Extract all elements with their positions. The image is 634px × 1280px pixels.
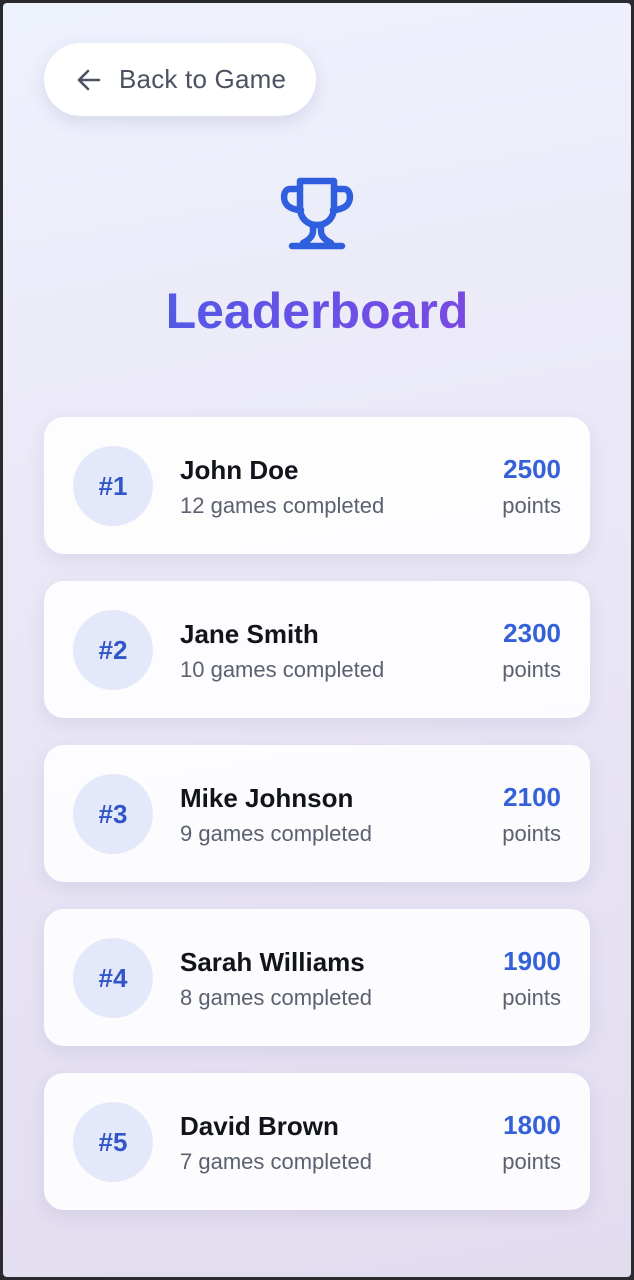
games-completed: 12 games completed <box>180 493 385 518</box>
points-label: points <box>502 985 561 1010</box>
rank-badge: #1 <box>73 446 153 526</box>
player-score: 2100 <box>503 782 561 812</box>
leaderboard-list: #1 John Doe 12 games completed 2500 poin… <box>44 417 590 1237</box>
player-name: Jane Smith <box>180 619 319 649</box>
rank-badge: #5 <box>73 1102 153 1182</box>
rank-badge: #4 <box>73 938 153 1018</box>
points-label: points <box>502 657 561 682</box>
leaderboard-row: #5 David Brown 7 games completed 1800 po… <box>44 1073 590 1210</box>
leaderboard-row: #4 Sarah Williams 8 games completed 1900… <box>44 909 590 1046</box>
player-name: John Doe <box>180 455 299 485</box>
games-completed: 9 games completed <box>180 821 372 846</box>
points-label: points <box>502 1149 561 1174</box>
leaderboard-row: #2 Jane Smith 10 games completed 2300 po… <box>44 581 590 718</box>
rank-badge: #2 <box>73 610 153 690</box>
games-completed: 7 games completed <box>180 1149 372 1174</box>
page-title: Leaderboard <box>3 279 631 343</box>
player-name: David Brown <box>180 1111 339 1141</box>
leaderboard-row: #3 Mike Johnson 9 games completed 2100 p… <box>44 745 590 882</box>
player-score: 1800 <box>503 1110 561 1140</box>
player-name: Sarah Williams <box>180 947 365 977</box>
trophy-icon <box>273 171 361 259</box>
player-score: 1900 <box>503 946 561 976</box>
arrow-left-icon <box>74 65 104 95</box>
points-label: points <box>502 821 561 846</box>
games-completed: 10 games completed <box>180 657 385 682</box>
player-name: Mike Johnson <box>180 783 354 813</box>
points-label: points <box>502 493 561 518</box>
leaderboard-row: #1 John Doe 12 games completed 2500 poin… <box>44 417 590 554</box>
rank-badge: #3 <box>73 774 153 854</box>
player-score: 2300 <box>503 618 561 648</box>
back-to-game-button[interactable]: Back to Game <box>44 43 316 116</box>
app-screen: Back to Game Leaderboard #1 John Doe 12 … <box>3 3 631 1277</box>
back-button-label: Back to Game <box>119 64 287 94</box>
games-completed: 8 games completed <box>180 985 372 1010</box>
player-score: 2500 <box>503 454 561 484</box>
